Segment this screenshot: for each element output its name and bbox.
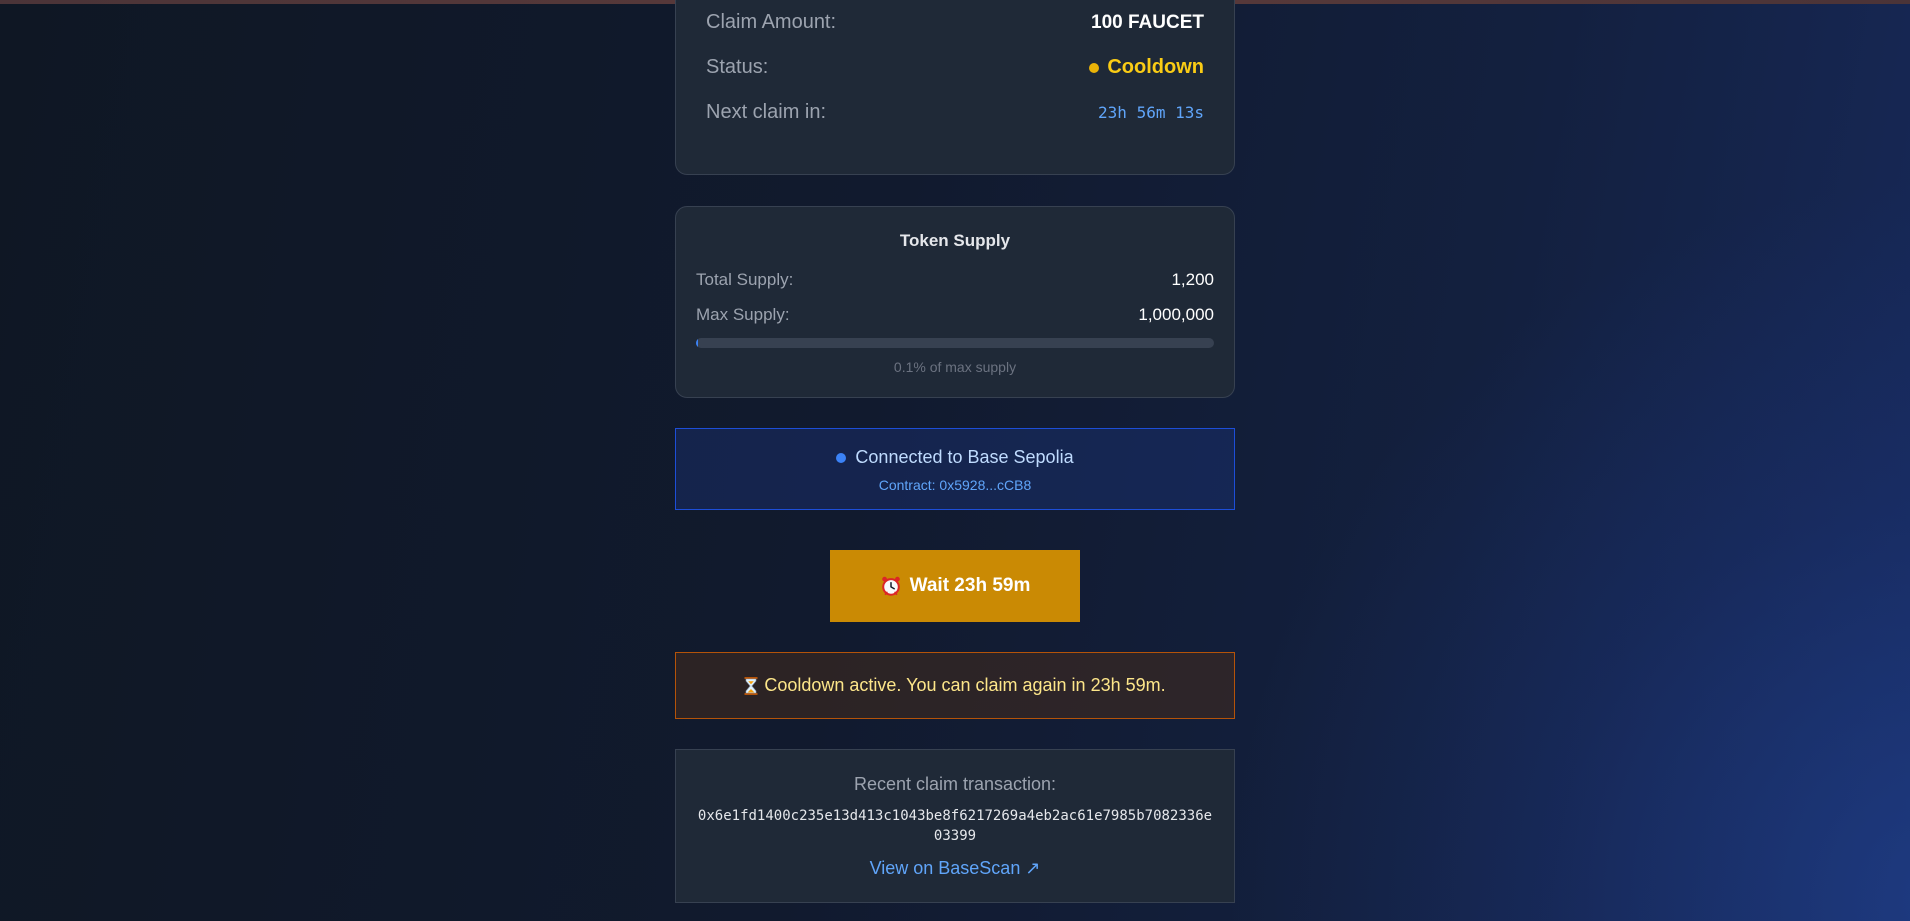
cooldown-alert: Cooldown active. You can claim again in … [675,652,1235,719]
claim-amount-value: 100 FAUCET [1091,11,1204,33]
total-supply-label: Total Supply: [696,270,794,289]
claim-amount-label: Claim Amount: [706,11,837,33]
network-status-text: Connected to Base Sepolia [855,447,1074,467]
claim-amount-row: Claim Amount: 100 FAUCET [706,11,1204,34]
supply-progress-bar [696,338,1214,348]
status-indicator: Cooldown [1089,56,1204,79]
max-supply-label: Max Supply: [696,305,790,324]
view-on-basescan-link[interactable]: View on BaseScan ↗ [676,858,1234,879]
recent-transaction-label: Recent claim transaction: [853,774,1057,794]
supply-progress-fill [696,338,698,348]
next-claim-countdown: 23h 56m 13s [1098,103,1204,122]
status-dot-icon [1089,62,1100,73]
contract-address: Contract: 0x5928...cCB8 [878,477,1032,493]
claim-wait-label: Wait 23h 59m [909,575,1031,596]
alarm-clock-icon [881,576,900,596]
cooldown-alert-text: Cooldown active. You can claim again in … [764,675,1166,695]
status-row: Status: Cooldown [706,56,1204,79]
transaction-hash: 0x6e1fd1400c235e13d413c1043be8f6217269a4… [697,808,1213,844]
token-supply-title: Token Supply [899,231,1011,250]
total-supply-value: 1,200 [1171,270,1214,289]
status-value: Cooldown [1107,56,1204,78]
network-status-line: Connected to Base Sepolia [676,447,1234,468]
connected-dot-icon [836,452,847,463]
recent-transaction-box: Recent claim transaction: 0x6e1fd1400c23… [675,749,1235,903]
max-supply-row: Max Supply: 1,000,000 [696,305,1214,325]
total-supply-row: Total Supply: 1,200 [696,270,1214,290]
token-supply-card: Token Supply Total Supply: 1,200 Max Sup… [675,206,1235,398]
network-status-box: Connected to Base Sepolia Contract: 0x59… [675,428,1235,510]
next-claim-label: Next claim in: [706,101,827,123]
claim-info-card: Claim Amount: 100 FAUCET Status: Cooldow… [675,0,1235,175]
status-label: Status: [706,56,769,78]
supply-progress-caption: 0.1% of max supply [893,359,1017,375]
max-supply-value: 1,000,000 [1138,305,1214,324]
next-claim-row: Next claim in: 23h 56m 13s [706,101,1204,124]
claim-wait-button[interactable]: Wait 23h 59m [830,550,1080,622]
hourglass-icon [744,676,758,695]
